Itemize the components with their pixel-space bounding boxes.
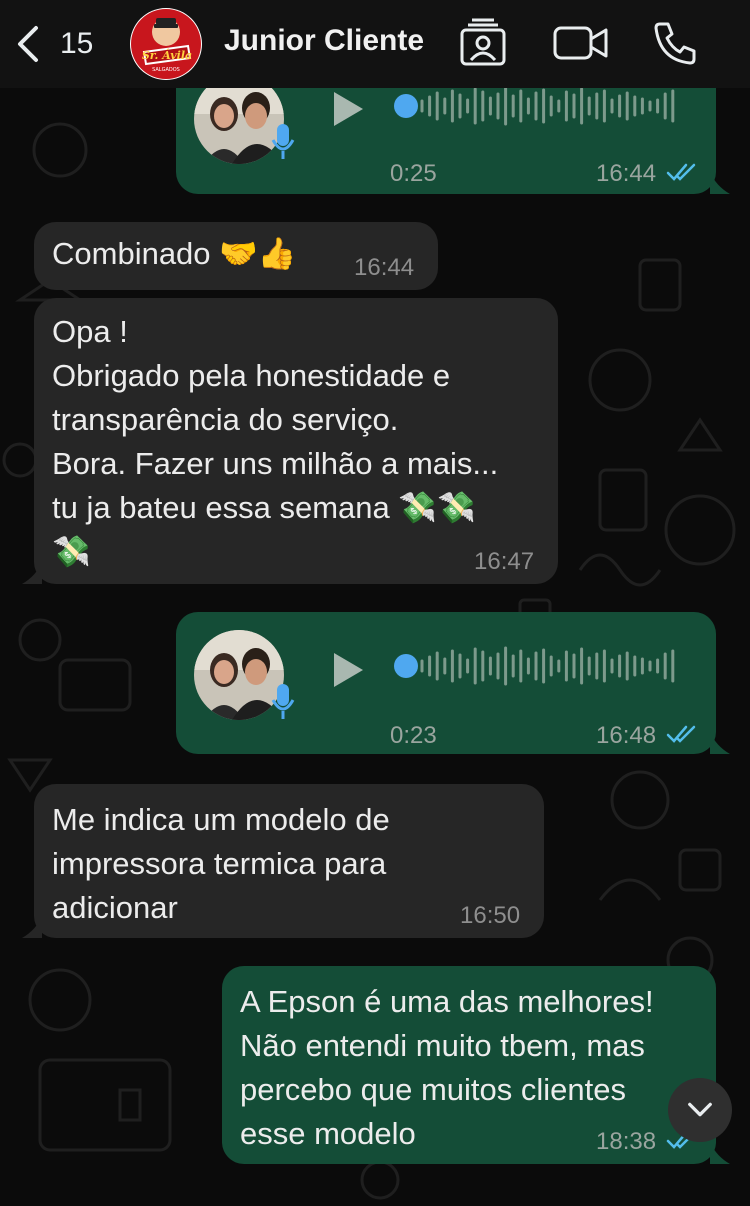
message-time: 16:50 [460, 902, 521, 929]
contact-name[interactable]: Junior Cliente [224, 24, 424, 58]
phone-icon [654, 22, 696, 65]
message-time: 16:48 [596, 722, 657, 749]
message-time: 16:47 [474, 548, 535, 575]
chevron-left-icon [18, 26, 38, 62]
waveform[interactable] [392, 84, 692, 128]
message-time: 18:38 [596, 1128, 657, 1155]
message-time: 16:44 [354, 254, 415, 281]
incoming-message[interactable]: Me indica um modelo de impressora termic… [22, 784, 544, 938]
brand-logo: Sr. Ávila SALGADOS [131, 9, 201, 79]
microphone-icon [271, 124, 295, 159]
incoming-message[interactable]: Combinado 🤝👍 16:44 [34, 222, 438, 290]
message-time: 16:44 [596, 160, 657, 187]
back-button[interactable]: 15 [14, 20, 104, 68]
contact-card-icon [460, 18, 506, 66]
incoming-message[interactable]: Opa ! Obrigado pela honestidade e transp… [22, 298, 558, 584]
chevron-down-icon [688, 1102, 712, 1117]
play-icon[interactable] [330, 650, 366, 690]
voice-duration: 0:23 [390, 722, 437, 749]
video-camera-icon [553, 26, 608, 60]
contact-card-button[interactable] [458, 18, 508, 68]
svg-text:SALGADOS: SALGADOS [152, 67, 180, 73]
read-receipt-icon [666, 725, 696, 743]
message-text: Me indica um modelo de impressora termic… [52, 802, 390, 925]
bubble-tail [710, 172, 730, 194]
microphone-icon [271, 684, 295, 719]
svg-text:Sr. Ávila: Sr. Ávila [142, 48, 192, 62]
bubble-tail [710, 1142, 730, 1164]
waveform[interactable] [392, 644, 692, 688]
chat-header: 15 Sr. Ávila SALGADOS Junior Cliente [0, 0, 750, 88]
message-text: Opa ! Obrigado pela honestidade e transp… [52, 314, 499, 569]
bubble-tail [22, 916, 42, 938]
voice-duration: 0:25 [390, 160, 437, 187]
scroll-to-bottom-button[interactable] [668, 1078, 732, 1142]
read-receipt-icon [666, 163, 696, 181]
bubble-tail [710, 732, 730, 754]
unread-count: 15 [60, 27, 94, 60]
video-call-button[interactable] [552, 18, 610, 68]
contact-avatar[interactable]: Sr. Ávila SALGADOS [130, 8, 202, 80]
outgoing-message[interactable]: A Epson é uma das melhores! Não entendi … [222, 966, 730, 1164]
voice-message[interactable]: 0:23 16:48 [176, 612, 730, 754]
bubble-tail [22, 562, 42, 584]
play-icon[interactable] [330, 89, 366, 129]
voice-call-button[interactable] [650, 18, 700, 68]
